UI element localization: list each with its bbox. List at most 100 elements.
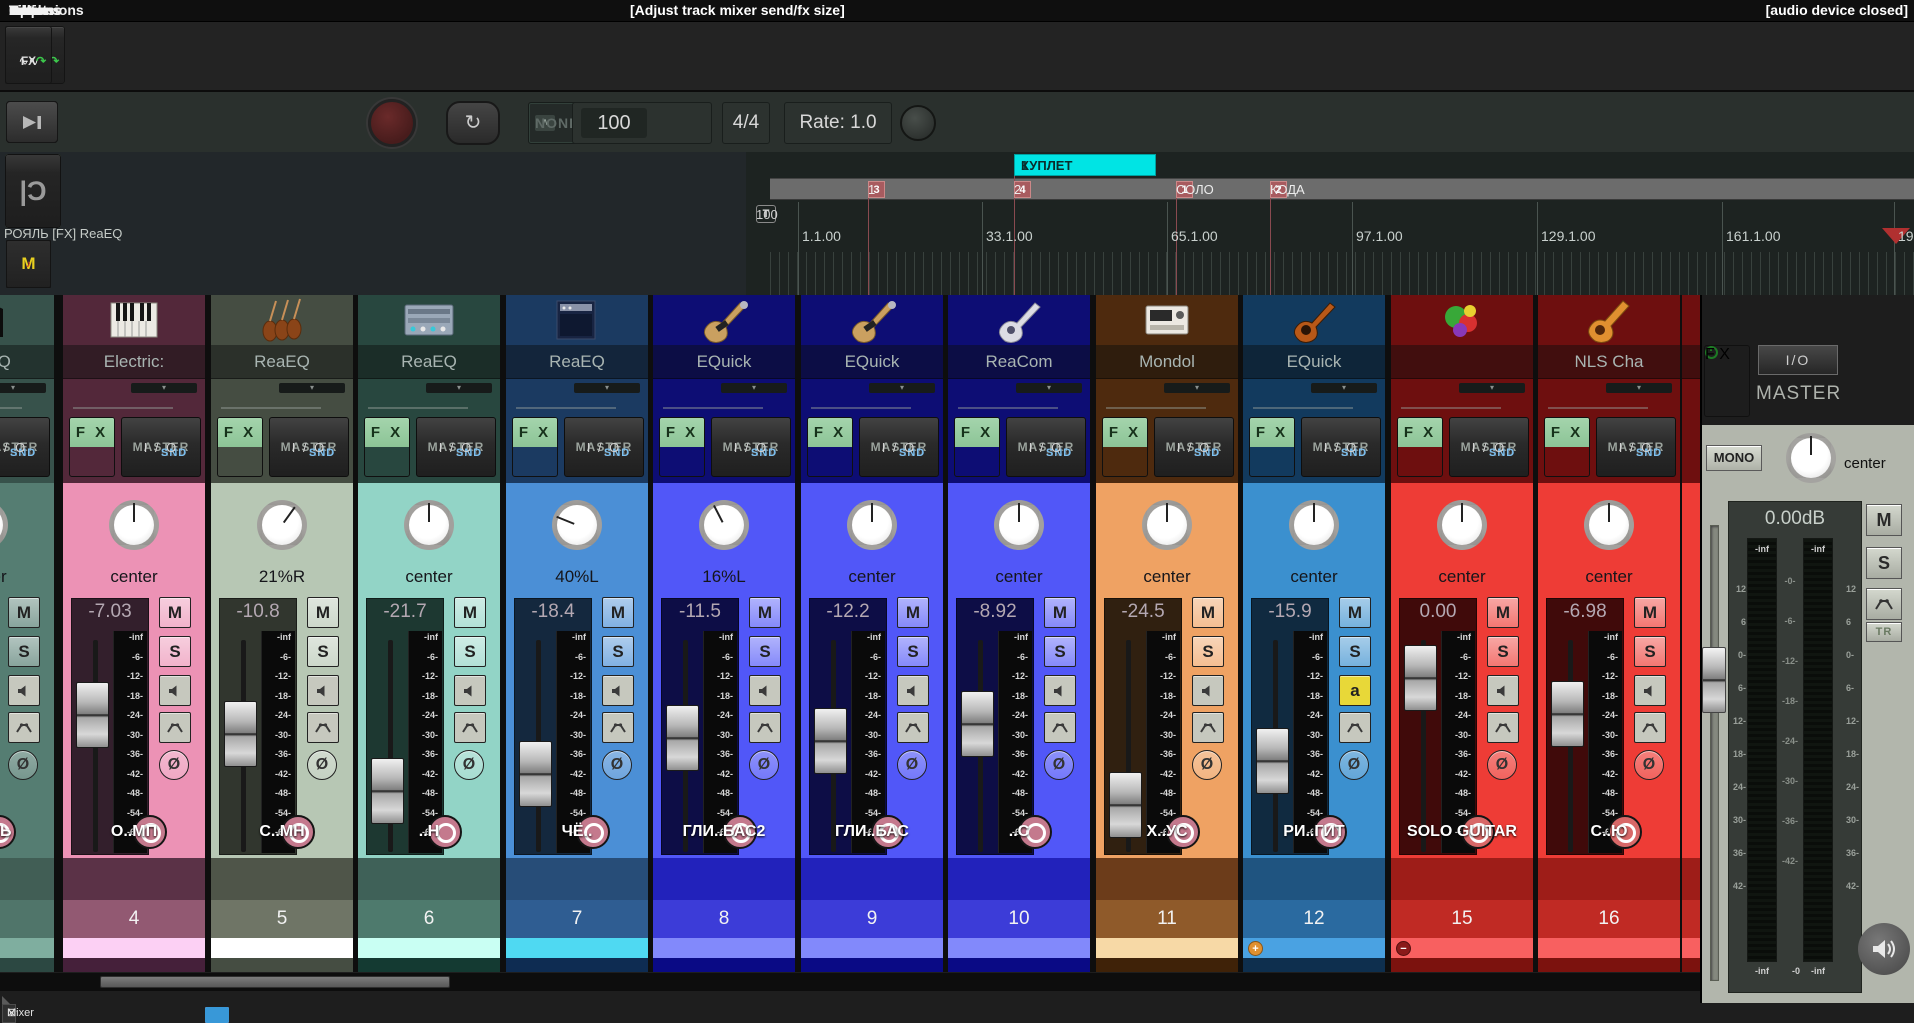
master-volume-value[interactable]: 0.00dB: [1729, 508, 1861, 530]
fx-enable-button[interactable]: F X: [364, 417, 410, 477]
solo-button[interactable]: S: [749, 636, 781, 667]
volume-fader[interactable]: [1256, 728, 1289, 794]
fx-slot[interactable]: ReaEQ: [506, 345, 648, 379]
mute-button[interactable]: M: [1044, 597, 1076, 628]
master-volume-fader[interactable]: [1702, 647, 1726, 713]
volume-fader[interactable]: [1551, 681, 1584, 747]
io-routing-button[interactable]: MASTERRCV SNDI / O: [269, 417, 349, 477]
volume-value[interactable]: -7.03: [71, 601, 149, 623]
fx-dropdown-icon[interactable]: ▾: [131, 383, 197, 393]
fx-slot[interactable]: EQuick: [653, 345, 795, 379]
fx-enable-button[interactable]: F X: [512, 417, 558, 477]
fx-slot[interactable]: NLS Cha: [1538, 345, 1680, 379]
volume-value[interactable]: -15.9: [1251, 601, 1329, 623]
volume-value[interactable]: -12.2: [809, 601, 887, 623]
add-badge-icon[interactable]: +: [1248, 941, 1263, 956]
pan-knob[interactable]: [1142, 500, 1192, 550]
solo-button[interactable]: S: [602, 636, 634, 667]
mute-button[interactable]: M: [1192, 597, 1224, 628]
solo-button[interactable]: S: [307, 636, 339, 667]
fx-dropdown-icon[interactable]: ▾: [574, 383, 640, 393]
volume-fader[interactable]: [371, 758, 404, 824]
phase-button[interactable]: Ø: [307, 750, 337, 780]
solo-button[interactable]: S: [1044, 636, 1076, 667]
volume-fader[interactable]: [666, 705, 699, 771]
master-io-button[interactable]: I/O: [1758, 345, 1838, 375]
master-envelope-button[interactable]: [1866, 588, 1902, 620]
envelope-button[interactable]: [454, 712, 486, 743]
menu-help[interactable]: Help: [0, 0, 48, 20]
mute-button[interactable]: M: [1487, 597, 1519, 628]
mute-button[interactable]: M: [1339, 597, 1371, 628]
mute-button[interactable]: M: [1634, 597, 1666, 628]
fx-slot[interactable]: Electric:: [63, 345, 205, 379]
mute-button[interactable]: M: [749, 597, 781, 628]
envelope-button[interactable]: [1634, 712, 1666, 743]
envelope-button[interactable]: [307, 712, 339, 743]
playrate-box[interactable]: Rate: 1.0: [784, 102, 892, 144]
pan-knob[interactable]: [552, 500, 602, 550]
fx-enable-button[interactable]: F X: [1102, 417, 1148, 477]
monitor-button[interactable]: [454, 675, 486, 706]
fx-slot[interactable]: ReaEQ: [358, 345, 500, 379]
monitor-button[interactable]: [1487, 675, 1519, 706]
remove-badge-icon[interactable]: −: [1396, 941, 1411, 956]
io-routing-button[interactable]: MASTERRCV SNDI / O: [859, 417, 939, 477]
master-pan-knob[interactable]: [1786, 433, 1836, 483]
monitor-button[interactable]: [159, 675, 191, 706]
mixer-scrollbar[interactable]: [0, 973, 1914, 991]
volume-value[interactable]: -18.4: [514, 601, 592, 623]
fx-enable-button[interactable]: F X: [69, 417, 115, 477]
master-meter[interactable]: 0.00dB -inf-inf1212660-0-6-6-12-12-18-18…: [1728, 501, 1862, 993]
phase-button[interactable]: Ø: [159, 750, 189, 780]
phase-button[interactable]: Ø: [1044, 750, 1074, 780]
io-routing-button[interactable]: MASTERRCV SNDI / O: [121, 417, 201, 477]
volume-value[interactable]: -21.7: [366, 601, 444, 623]
io-routing-button[interactable]: MASTERRCV SNDI / O: [564, 417, 644, 477]
pan-knob[interactable]: [109, 500, 159, 550]
monitor-button[interactable]: [1192, 675, 1224, 706]
solo-button[interactable]: S: [159, 636, 191, 667]
fx-enable-button[interactable]: F X: [1544, 417, 1590, 477]
monitor-button[interactable]: [307, 675, 339, 706]
fx-dropdown-icon[interactable]: ▾: [721, 383, 787, 393]
volume-fader[interactable]: [814, 708, 847, 774]
phase-button[interactable]: Ø: [897, 750, 927, 780]
bpm-box[interactable]: BPM 100: [572, 102, 712, 144]
phase-button[interactable]: Ø: [1634, 750, 1664, 780]
io-routing-button[interactable]: MASTERRCV SNDI / O: [1596, 417, 1676, 477]
track-number[interactable]: 5: [211, 900, 353, 938]
track-number[interactable]: 11: [1096, 900, 1238, 938]
fx-enable-button[interactable]: F X: [1249, 417, 1295, 477]
volume-fader[interactable]: [76, 682, 109, 748]
fx-slot[interactable]: ReaEQ: [0, 345, 54, 379]
fx-enable-button[interactable]: F X: [954, 417, 1000, 477]
monitor-button[interactable]: [602, 675, 634, 706]
repeat-button[interactable]: ↻: [446, 101, 500, 145]
track-number[interactable]: 15: [1391, 900, 1533, 938]
monitor-button[interactable]: [8, 675, 40, 706]
pan-knob[interactable]: [404, 500, 454, 550]
monitor-button[interactable]: [1044, 675, 1076, 706]
phase-button[interactable]: Ø: [1192, 750, 1222, 780]
io-routing-button[interactable]: MASTERRCV SNDI / O: [416, 417, 496, 477]
fx-slot[interactable]: EQuick: [1243, 345, 1385, 379]
fx-slot[interactable]: EQuick: [801, 345, 943, 379]
automation-button[interactable]: a: [1339, 675, 1371, 706]
solo-button[interactable]: S: [8, 636, 40, 667]
record-button[interactable]: [368, 99, 416, 147]
io-routing-button[interactable]: MASTERRCV SNDI / O: [0, 417, 50, 477]
volume-value[interactable]: -6.98: [1546, 601, 1624, 623]
envelope-button[interactable]: [159, 712, 191, 743]
track-number[interactable]: 7: [506, 900, 648, 938]
io-routing-button[interactable]: MASTERRCV SNDI / O: [1006, 417, 1086, 477]
mute-button[interactable]: M: [897, 597, 929, 628]
io-routing-button[interactable]: MASTERRCV SNDI / O: [711, 417, 791, 477]
envelope-button[interactable]: [1044, 712, 1076, 743]
envelope-button[interactable]: [1339, 712, 1371, 743]
volume-value[interactable]: -11.5: [661, 601, 739, 623]
pan-knob[interactable]: [847, 500, 897, 550]
volume-fader[interactable]: [1404, 645, 1437, 711]
fx-dropdown-icon[interactable]: ▾: [1016, 383, 1082, 393]
master-fx-button[interactable]: F X: [1704, 345, 1750, 417]
